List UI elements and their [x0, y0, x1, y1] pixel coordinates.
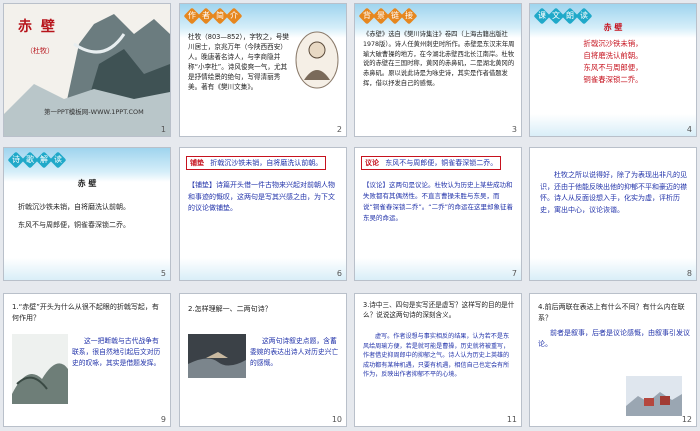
slide-11[interactable]: 3.诗中三、四句是实写还是虚写？这样写的目的是什么？说说这两句诗的深刻含义。 虚…: [355, 294, 521, 426]
background-text: 《赤壁》选自《樊川诗集注》卷四（上海古籍出版社1978版）。诗人任黄州刺史时所作…: [363, 31, 515, 87]
slide-number: 11: [506, 415, 517, 424]
author-intro: 杜牧（803—852），字牧之，号樊川居士，京兆万年（今陕西西安）人。晚唐著名诗…: [188, 33, 289, 91]
slide-8[interactable]: 杜牧之所以说得好，除了为表现出非凡的见识，还由于他能反映出他的抑郁不平和豪迈的襟…: [530, 148, 696, 280]
slide-9[interactable]: 1.“赤壁”开头为什么从很不起眼的折戟写起，有何作用？ 这一把断戟与古代战争有联…: [4, 294, 170, 426]
slide-author: （杜牧）: [26, 47, 54, 55]
analysis-text: 【议论】这两句是议论。杜牧认为历史上某些成功和失败都有其偶然性。不直言曹操未胜与…: [363, 181, 513, 222]
section-tag: 诗歌解读: [7, 151, 67, 169]
river-painting: [188, 334, 246, 378]
poem-title: 赤 壁: [77, 179, 97, 188]
headline-box: 铺垫 折戟沉沙铁未销，自将磨洗认前朝。: [186, 156, 327, 170]
footer-band: [530, 258, 696, 280]
slide-number: 10: [331, 415, 342, 424]
slide-2[interactable]: 作者简介 杜牧（803—852），字牧之，号樊川居士，京兆万年（今陕西西安）人。…: [180, 4, 346, 136]
slide-footer: 第一PPT模板网-WWW.1PPT.COM: [44, 108, 144, 116]
analysis-text: 【铺垫】诗篇开头借一件古物来兴起对前朝人物和事迹的慨叹，这两句是写其兴感之由，为…: [188, 181, 335, 212]
question-text: 1.“赤壁”开头为什么从很不起眼的折戟写起，有何作用？: [12, 303, 159, 322]
slide-10[interactable]: 2.怎样理解一、二两句诗？ 这两句诗叙史点题，含蓄委婉的表达出诗人对历史兴亡的感…: [180, 294, 346, 426]
slide-number: 2: [336, 125, 342, 134]
slide-number: 4: [686, 125, 692, 134]
poem-body: 折戟沉沙铁未销，自将磨洗认前朝。东风不与周郎便，铜雀春深锁二乔。: [583, 39, 643, 84]
answer-text: 这一把断戟与古代战争有联系，很自然地引起后文对历史的叹咏，其实是借题发挥。: [72, 337, 161, 367]
slide-7[interactable]: 议论 东风不与周郎便，铜雀春深锁二乔。 【议论】这两句是议论。杜牧认为历史上某些…: [355, 148, 521, 280]
question-text: 3.诗中三、四句是实写还是虚写？这样写的目的是什么？说说这两句诗的深刻含义。: [363, 301, 515, 319]
section-tag: 背景链接: [358, 7, 418, 25]
slide-number: 12: [681, 415, 692, 424]
answer-text: 虚写。作者设想与事实相反的结果，认为若不是东风给周瑜方便，若是就可能是曹操，历史…: [363, 333, 510, 379]
slide-number: 7: [511, 269, 517, 278]
poem-title: 赤 壁: [603, 23, 623, 32]
slide-12[interactable]: 4.前后两联在表达上有什么不同？有什么内在联系？ 前者是叙事，后者是议论感慨，由…: [530, 294, 696, 426]
snow-village-painting: [626, 376, 682, 416]
summary-text: 杜牧之所以说得好，除了为表现出非凡的见识，还由于他能反映出他的抑郁不平和豪迈的襟…: [540, 171, 687, 214]
answer-text: 前者是叙事，后者是议论感慨，由叙事引发议论。: [538, 329, 690, 348]
slide-4[interactable]: 课文朗读 赤 壁 折戟沉沙铁未销， 自将磨洗认前朝。 东风不与周郎便， 铜雀春深锁二乔…: [530, 4, 696, 136]
footer-band: [4, 258, 170, 280]
slide-number: 1: [160, 125, 166, 134]
slide-number: 8: [686, 269, 692, 278]
footer-band: [180, 258, 346, 280]
slide-grid: 赤 壁 （杜牧） 第一PPT模板网-WWW.1PPT.COM 1 作者简介 杜牧…: [0, 0, 700, 431]
slide-number: 3: [511, 125, 517, 134]
battle-painting: [12, 334, 68, 404]
poem-body: 折戟沉沙铁未销，自将磨洗认前朝。东风不与周郎便，铜雀春深锁二乔。: [18, 203, 130, 229]
question-text: 2.怎样理解一、二两句诗？: [188, 305, 272, 313]
footer-band: [530, 114, 696, 136]
section-tag: 课文朗读: [533, 7, 593, 25]
poet-portrait: [295, 31, 339, 89]
slide-title: 赤 壁: [18, 19, 57, 35]
slide-number: 9: [160, 415, 166, 424]
slide-5[interactable]: 诗歌解读 赤 壁 折戟沉沙铁未销，自将磨洗认前朝。 东风不与周郎便，铜雀春深锁二乔…: [4, 148, 170, 280]
question-text: 4.前后两联在表达上有什么不同？有什么内在联系？: [538, 303, 685, 322]
slide-6[interactable]: 铺垫 折戟沉沙铁未销，自将磨洗认前朝。 【铺垫】诗篇开头借一件古物来兴起对前朝人…: [180, 148, 346, 280]
slide-1[interactable]: 赤 壁 （杜牧） 第一PPT模板网-WWW.1PPT.COM 1: [4, 4, 170, 136]
slide-number: 6: [336, 269, 342, 278]
footer-band: [355, 258, 521, 280]
headline-box: 议论 东风不与周郎便，铜雀春深锁二乔。: [361, 156, 502, 170]
slide-3[interactable]: 背景链接 《赤壁》选自《樊川诗集注》卷四（上海古籍出版社1978版）。诗人任黄州…: [355, 4, 521, 136]
section-tag: 作者简介: [183, 7, 243, 25]
answer-text: 这两句诗叙史点题，含蓄委婉的表达出诗人对历史兴亡的感慨。: [250, 337, 339, 367]
slide-number: 5: [160, 269, 166, 278]
